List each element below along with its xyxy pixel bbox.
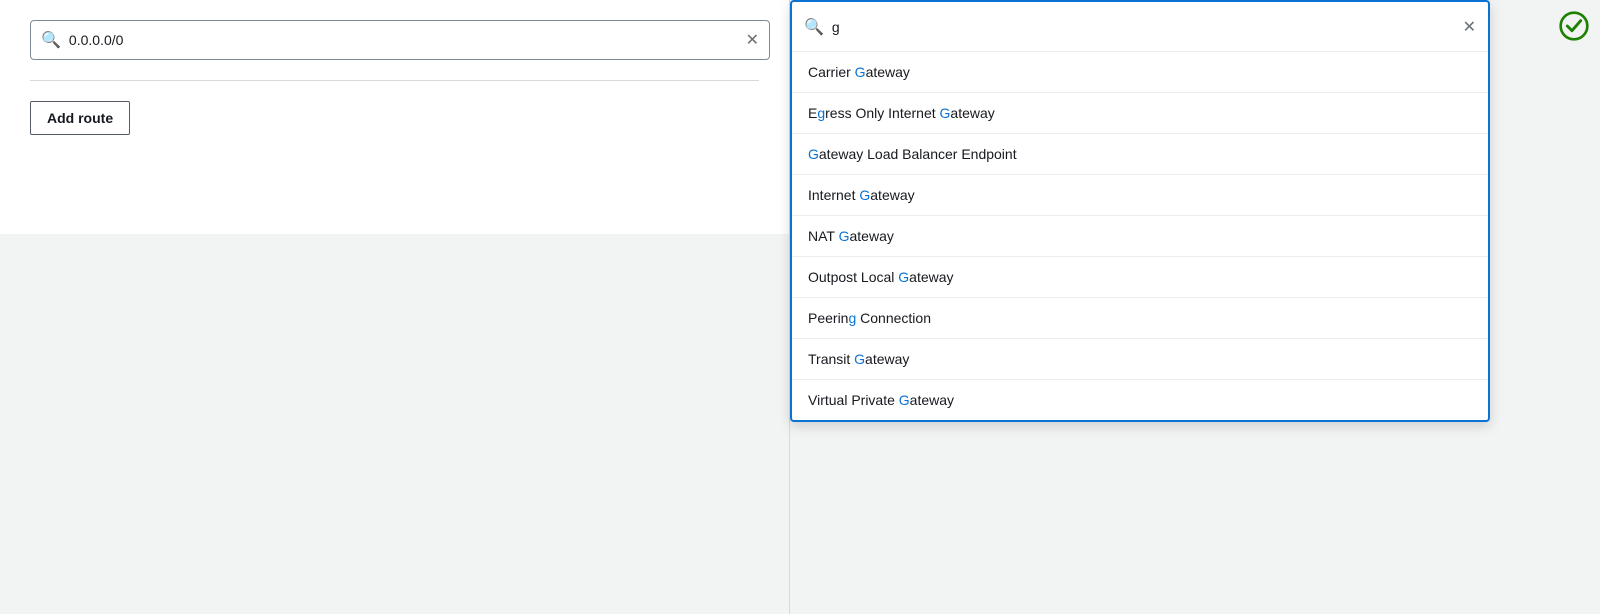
highlight-g: g xyxy=(817,105,825,121)
page-container: 🔍 ✕ Add route 🔍 ✕ Carrier G xyxy=(0,0,1600,614)
target-type-dropdown: 🔍 ✕ Carrier Gateway Egress Only Internet… xyxy=(790,0,1490,422)
highlight-g: G xyxy=(854,351,865,367)
list-item[interactable]: Outpost Local Gateway xyxy=(792,257,1488,298)
left-panel: 🔍 ✕ Add route xyxy=(0,0,790,614)
list-item[interactable]: Carrier Gateway xyxy=(792,52,1488,93)
list-item[interactable]: Gateway Load Balancer Endpoint xyxy=(792,134,1488,175)
item-text: Carrier Gateway xyxy=(808,64,910,80)
item-text: Internet Gateway xyxy=(808,187,915,203)
check-icon-container xyxy=(1558,10,1590,45)
dropdown-search-bar: 🔍 ✕ xyxy=(792,2,1488,52)
item-text: Gateway Load Balancer Endpoint xyxy=(808,146,1017,162)
destination-search-field: 🔍 ✕ xyxy=(30,20,770,60)
item-text: Virtual Private Gateway xyxy=(808,392,954,408)
highlight-g: g xyxy=(848,310,856,326)
item-text: Transit Gateway xyxy=(808,351,909,367)
highlight-g: G xyxy=(808,146,819,162)
item-text: Egress Only Internet Gateway xyxy=(808,105,995,121)
check-circle-icon xyxy=(1558,10,1590,42)
list-item[interactable]: Peering Connection xyxy=(792,298,1488,339)
dropdown-search-icon: 🔍 xyxy=(804,17,824,37)
dropdown-search-input[interactable] xyxy=(832,19,1463,35)
dropdown-list: Carrier Gateway Egress Only Internet Gat… xyxy=(792,52,1488,420)
highlight-g: G xyxy=(855,64,866,80)
bottom-gray-area xyxy=(0,234,789,614)
destination-input[interactable] xyxy=(69,32,746,48)
list-item[interactable]: Transit Gateway xyxy=(792,339,1488,380)
divider xyxy=(30,80,759,81)
list-item[interactable]: NAT Gateway xyxy=(792,216,1488,257)
item-text: Peering Connection xyxy=(808,310,931,326)
highlight-g: G xyxy=(898,269,909,285)
clear-icon[interactable]: ✕ xyxy=(746,30,759,50)
list-item[interactable]: Egress Only Internet Gateway xyxy=(792,93,1488,134)
add-route-button[interactable]: Add route xyxy=(30,101,130,135)
list-item[interactable]: Internet Gateway xyxy=(792,175,1488,216)
dropdown-clear-icon[interactable]: ✕ xyxy=(1463,17,1476,37)
item-text: NAT Gateway xyxy=(808,228,894,244)
item-text: Outpost Local Gateway xyxy=(808,269,954,285)
list-item[interactable]: Virtual Private Gateway xyxy=(792,380,1488,420)
highlight-g: G xyxy=(899,392,910,408)
right-panel: 🔍 ✕ Carrier Gateway Egress Only Internet… xyxy=(790,0,1600,614)
highlight-g2: G xyxy=(940,105,951,121)
highlight-g: G xyxy=(859,187,870,203)
search-icon: 🔍 xyxy=(41,30,61,50)
highlight-g: G xyxy=(839,228,850,244)
